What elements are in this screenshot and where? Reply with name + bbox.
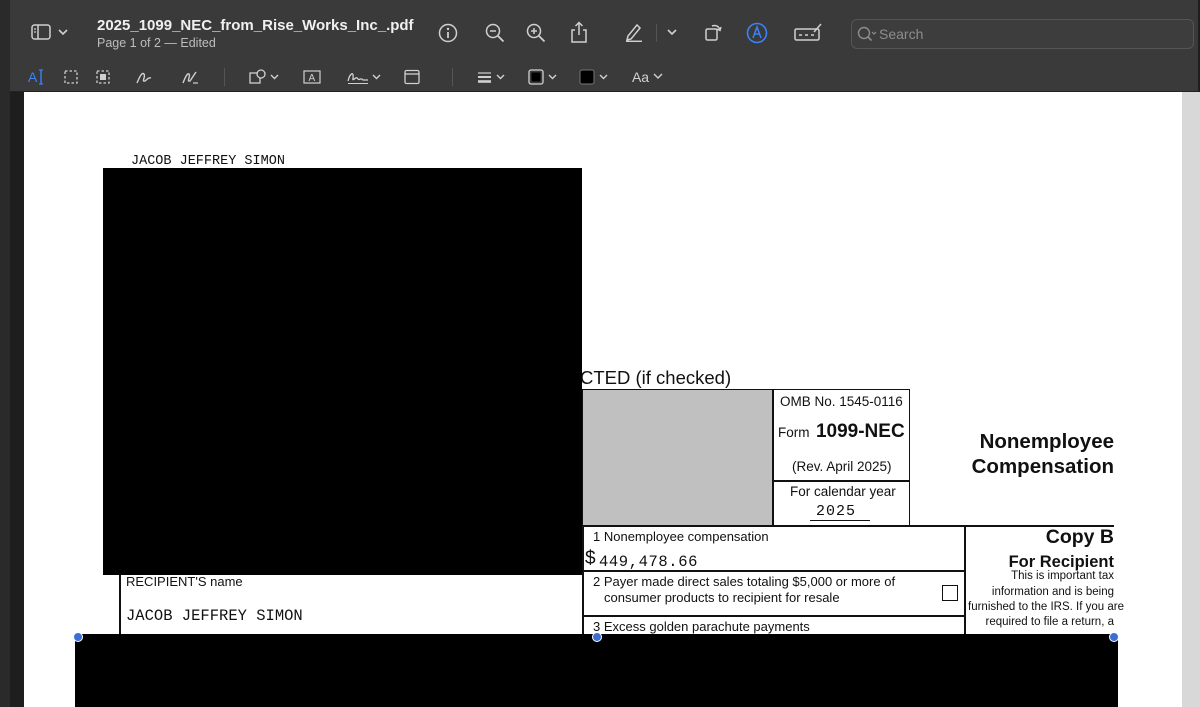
svg-text:A: A — [309, 73, 316, 84]
sidebar-icon[interactable] — [30, 22, 52, 42]
search-input[interactable] — [879, 25, 1179, 43]
title-bar: 2025_1099_NEC_from_Rise_Works_Inc_.pdf P… — [10, 0, 1198, 62]
toolbar-separator — [656, 24, 657, 42]
share-icon[interactable] — [568, 20, 590, 44]
corrected-label: CTED (if checked) — [580, 367, 732, 388]
recipient-name: JACOB JEFFREY SIMON — [126, 607, 303, 625]
border-color-icon[interactable] — [527, 68, 561, 86]
calendar-year: 2025 — [816, 503, 857, 520]
form-number-line: Form 1099-NEC — [778, 421, 905, 443]
payer-name-top: JACOB JEFFREY SIMON — [131, 154, 285, 169]
recipient-name-label: RECIPIENT'S name — [126, 574, 243, 589]
notice-line-2: information and is being — [991, 586, 1114, 598]
line-style-icon[interactable] — [477, 68, 509, 86]
annotate-icon[interactable] — [794, 22, 822, 44]
text-style-icon[interactable]: Aa — [630, 68, 666, 86]
grey-shaded-box — [583, 390, 772, 525]
notice-line-1: This is important tax — [1011, 570, 1114, 582]
fill-color-icon[interactable] — [578, 68, 612, 86]
notice-line-3: furnished to the IRS. If you are — [968, 601, 1124, 613]
heading-line1: Nonemployee — [979, 430, 1114, 453]
pdf-page: JACOB JEFFREY SIMON CTED (if checked) OM… — [24, 92, 1182, 707]
rect-selection-icon[interactable] — [63, 69, 79, 85]
svg-text:A: A — [28, 69, 38, 85]
note-icon[interactable] — [403, 68, 421, 86]
smart-lasso-icon[interactable] — [95, 69, 111, 85]
box2-line1: 2 Payer made direct sales totaling $5,00… — [593, 574, 896, 589]
box1-value: 449,478.66 — [599, 553, 699, 571]
sketch-icon[interactable] — [135, 68, 153, 86]
chevron-down-icon[interactable] — [666, 26, 678, 38]
markup-icon[interactable] — [745, 21, 769, 45]
search-icon — [857, 26, 877, 47]
heading-line2: Compensation — [971, 455, 1114, 478]
box1-currency: $ — [585, 548, 596, 569]
adjacent-window-edge — [1182, 92, 1200, 707]
text-style-label: Aa — [631, 69, 650, 85]
form-prefix: Form — [778, 425, 810, 440]
divider — [772, 389, 774, 526]
preview-window: 2025_1099_NEC_from_Rise_Works_Inc_.pdf P… — [0, 0, 1200, 707]
text-box-icon[interactable]: A — [303, 68, 321, 86]
box1-label: 1 Nonemployee compensation — [593, 529, 769, 544]
resize-handle[interactable] — [73, 632, 83, 642]
toolbar-separator — [452, 68, 453, 86]
shapes-icon[interactable] — [248, 68, 282, 86]
text-selection-icon[interactable]: A — [28, 68, 46, 86]
resize-handle[interactable] — [1109, 632, 1119, 642]
box2-checkbox[interactable] — [942, 585, 958, 601]
document-title: 2025_1099_NEC_from_Rise_Works_Inc_.pdf — [97, 17, 414, 34]
notice-line-4: required to file a return, a — [985, 616, 1115, 628]
markup-toolbar: A A Aa — [10, 62, 1198, 92]
divider — [772, 480, 910, 482]
chevron-down-icon[interactable] — [57, 26, 69, 38]
revision-date: (Rev. April 2025) — [792, 459, 892, 474]
omb-number: OMB No. 1545-0116 — [780, 394, 903, 409]
form-number: 1099-NEC — [815, 421, 905, 442]
zoom-out-icon[interactable] — [484, 22, 506, 44]
divider — [582, 615, 964, 617]
box3-label: 3 Excess golden parachute payments — [593, 619, 810, 634]
box2-line2: consumer products to recipient for resal… — [604, 590, 840, 605]
toolbar-separator — [224, 68, 225, 86]
rotate-icon[interactable] — [702, 21, 724, 43]
signature-icon[interactable] — [346, 68, 382, 86]
document-subtitle: Page 1 of 2 — Edited — [97, 36, 216, 50]
calendar-year-label: For calendar year — [790, 484, 896, 499]
redaction-box-top[interactable] — [103, 168, 582, 575]
redaction-box-bottom[interactable] — [75, 634, 1118, 707]
copy-title: Copy B — [1045, 526, 1114, 548]
resize-handle[interactable] — [592, 632, 602, 642]
info-icon[interactable] — [437, 22, 459, 44]
year-underline — [810, 520, 870, 521]
draw-icon[interactable] — [181, 68, 199, 86]
highlight-pen-icon[interactable] — [623, 21, 645, 43]
search-field[interactable] — [851, 19, 1194, 49]
divider — [119, 574, 121, 634]
zoom-in-icon[interactable] — [525, 22, 547, 44]
window-left-edge — [0, 0, 10, 707]
